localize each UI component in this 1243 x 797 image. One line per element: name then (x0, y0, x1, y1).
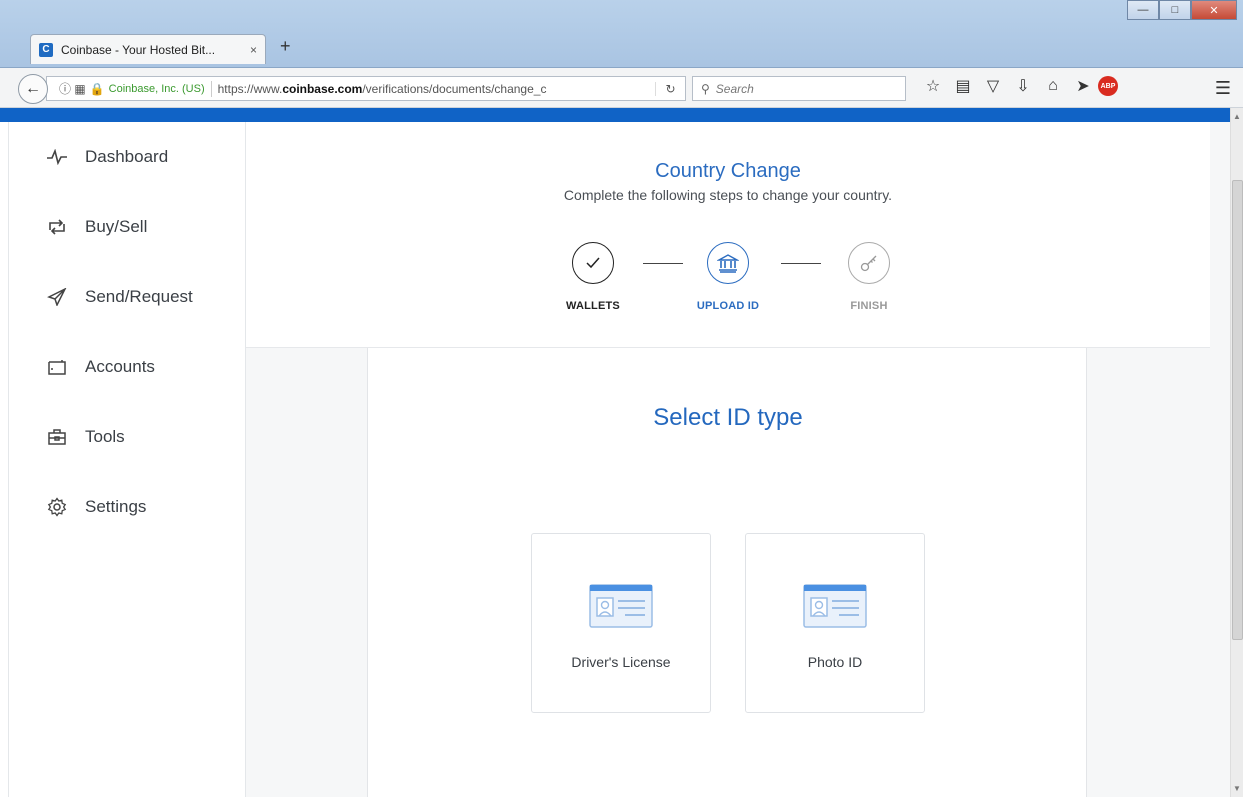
lock-icon[interactable]: 🔒 (90, 82, 105, 96)
bank-icon (707, 242, 749, 284)
wallet-icon (45, 358, 69, 376)
close-window-button[interactable]: ✕ (1191, 0, 1237, 20)
step-label: WALLETS (566, 300, 620, 312)
maximize-button[interactable]: □ (1159, 0, 1191, 20)
tab-close-icon[interactable]: × (250, 43, 257, 57)
id-type-card: Select ID type Driver's License Photo ID (367, 348, 1087, 797)
window-controls: — □ ✕ (1127, 0, 1237, 20)
step-label: FINISH (850, 300, 888, 312)
step-upload-id: UPLOAD ID (683, 242, 773, 312)
url-domain: coinbase.com (282, 81, 363, 96)
download-icon[interactable]: ⇩ (1008, 76, 1038, 96)
new-tab-button[interactable]: + (280, 36, 291, 57)
sidebar-item-send-request[interactable]: Send/Request (9, 277, 247, 317)
option-label: Photo ID (807, 654, 863, 670)
url-separator (210, 80, 212, 97)
browser-navbar: ⓘ ▦ 🔒 Coinbase, Inc. (US) https://www.co… (0, 68, 1243, 108)
pocket-icon[interactable]: ▽ (978, 76, 1008, 96)
browser-tab[interactable]: C Coinbase - Your Hosted Bit... × (30, 34, 266, 64)
step-connector (781, 263, 821, 264)
search-icon: ⚲ (701, 81, 710, 96)
key-icon (848, 242, 890, 284)
scroll-down-icon[interactable]: ▼ (1233, 784, 1241, 793)
id-card-icon (589, 584, 653, 628)
step-finish: FINISH (824, 242, 914, 312)
adblock-icon[interactable]: ABP (1098, 76, 1118, 96)
url-bar[interactable]: ⓘ ▦ 🔒 Coinbase, Inc. (US) https://www.co… (46, 76, 686, 101)
minimize-button[interactable]: — (1127, 0, 1159, 20)
url-text[interactable]: https://www.coinbase.com/verifications/d… (218, 82, 655, 96)
sidebar-item-dashboard[interactable]: Dashboard (9, 137, 247, 177)
toolbox-icon (45, 428, 69, 446)
card-title: Select ID type (653, 404, 803, 431)
page-subtitle: Complete the following steps to change y… (563, 187, 893, 203)
back-button[interactable]: ← (18, 74, 48, 104)
header-panel: Country Change Complete the following st… (246, 122, 1210, 348)
home-icon[interactable]: ⌂ (1038, 77, 1068, 95)
coinbase-favicon-icon: C (39, 42, 53, 57)
paper-plane-icon (45, 288, 69, 306)
reload-icon[interactable]: ↻ (655, 81, 685, 96)
scroll-up-icon[interactable]: ▲ (1233, 112, 1241, 121)
pulse-icon (45, 149, 69, 165)
sidebar-item-label: Settings (85, 497, 147, 516)
coinbase-top-bar (0, 108, 1230, 122)
sidebar-item-label: Tools (85, 427, 125, 446)
photo-id-option[interactable]: Photo ID (745, 533, 925, 713)
page-title: Country Change (655, 160, 801, 182)
gear-icon (45, 497, 69, 517)
info-icon[interactable]: ⓘ ▦ (59, 80, 86, 97)
option-label: Driver's License (571, 654, 671, 670)
toolbar-icons: ☆ ▤ ▽ ⇩ ⌂ ➤ ABP (918, 76, 1118, 96)
search-input[interactable]: ⚲ Search (692, 76, 906, 101)
tab-title: Coinbase - Your Hosted Bit... (61, 42, 216, 57)
id-card-icon (803, 584, 867, 628)
url-prefix: https://www. (217, 81, 283, 96)
window-titlebar: C Coinbase - Your Hosted Bit... × + — □ … (0, 0, 1243, 68)
sidebar-item-settings[interactable]: Settings (9, 487, 247, 527)
sidebar-item-label: Dashboard (85, 147, 169, 166)
scroll-thumb[interactable] (1232, 180, 1243, 640)
bookmark-star-icon[interactable]: ☆ (918, 76, 948, 96)
url-path: /verifications/documents/change_c (362, 81, 547, 96)
page-scrollbar[interactable]: ▲ ▼ (1230, 108, 1243, 797)
reading-list-icon[interactable]: ▤ (948, 76, 978, 96)
main-content: Country Change Complete the following st… (246, 122, 1230, 797)
step-connector (643, 263, 683, 264)
sidebar-item-buy-sell[interactable]: Buy/Sell (9, 207, 247, 247)
step-label: UPLOAD ID (696, 300, 760, 312)
check-icon (572, 242, 614, 284)
search-placeholder: Search (715, 81, 754, 96)
sidebar-item-accounts[interactable]: Accounts (9, 347, 247, 387)
step-wallets: WALLETS (548, 242, 638, 312)
sidebar-item-label: Send/Request (85, 287, 193, 306)
sidebar: Dashboard Buy/Sell Send/Request Accounts… (8, 122, 246, 797)
send-icon[interactable]: ➤ (1068, 76, 1098, 96)
sidebar-item-label: Buy/Sell (85, 217, 148, 236)
exchange-icon (45, 218, 69, 236)
sidebar-item-tools[interactable]: Tools (9, 417, 247, 457)
drivers-license-option[interactable]: Driver's License (531, 533, 711, 713)
hamburger-menu-icon[interactable]: ☰ (1215, 78, 1231, 99)
sidebar-item-label: Accounts (85, 357, 155, 376)
site-identity[interactable]: Coinbase, Inc. (US) (109, 83, 205, 95)
